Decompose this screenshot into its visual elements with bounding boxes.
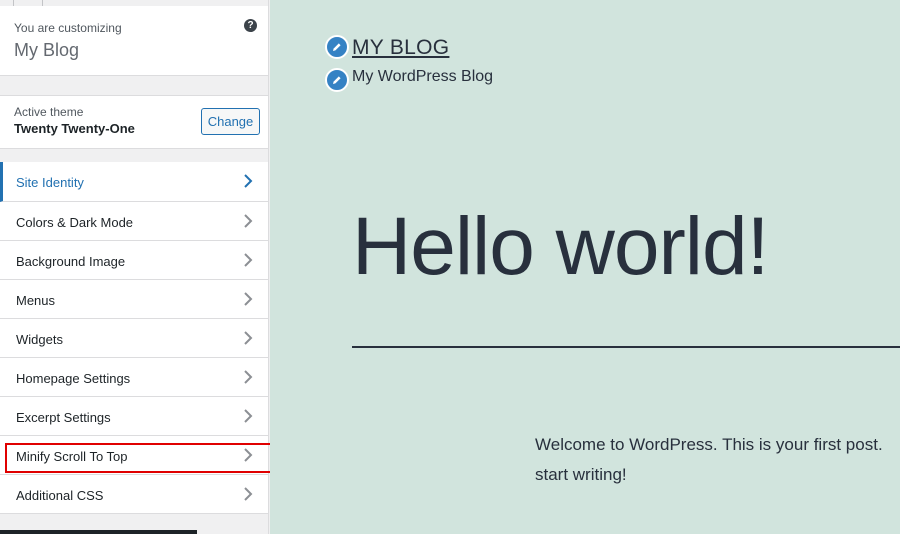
site-title-link[interactable]: MY BLOG [352, 36, 449, 60]
menu-item-widgets[interactable]: Widgets [0, 319, 268, 358]
menu-item-additional-css[interactable]: Additional CSS [0, 475, 268, 514]
menu-item-label: Widgets [16, 332, 63, 347]
customizing-label: You are customizing [14, 21, 122, 35]
chevron-right-icon [244, 409, 253, 423]
site-tagline: My WordPress Blog [352, 68, 494, 85]
customizing-info-panel: You are customizing My Blog ? [0, 6, 268, 76]
active-theme-label: Active theme [14, 105, 84, 119]
menu-item-colors-dark-mode[interactable]: Colors & Dark Mode [0, 202, 268, 241]
menu-item-excerpt-settings[interactable]: Excerpt Settings [0, 397, 268, 436]
chevron-right-icon [244, 174, 253, 188]
menu-item-site-identity[interactable]: Site Identity [0, 162, 268, 202]
chevron-right-icon [244, 487, 253, 501]
change-theme-button[interactable]: Change [201, 108, 260, 135]
menu-item-label: Additional CSS [16, 488, 104, 503]
chevron-right-icon [244, 253, 253, 267]
site-name: My Blog [14, 40, 80, 60]
chevron-right-icon [244, 331, 253, 345]
menu-item-label: Site Identity [16, 175, 84, 190]
pencil-edit-icon[interactable] [325, 35, 349, 59]
divider [352, 346, 900, 348]
menu-item-menus[interactable]: Menus [0, 280, 268, 319]
menu-item-label: Colors & Dark Mode [16, 215, 134, 230]
chevron-right-icon [244, 370, 253, 384]
site-preview: MY BLOG My WordPress Blog Hello world! W… [270, 0, 900, 534]
post-title: Hello world! [352, 201, 769, 292]
customizer-sidebar: You are customizing My Blog ? Active the… [0, 0, 269, 534]
chevron-right-icon [244, 292, 253, 306]
customizer-menu: Site Identity Colors & Dark Mode Backgro… [0, 162, 268, 514]
active-theme-name: Twenty Twenty-One [14, 121, 135, 136]
chevron-right-icon [244, 214, 253, 228]
post-content: Welcome to WordPress. This is your first… [535, 430, 900, 490]
sidebar-bottom-bar [0, 530, 197, 534]
menu-item-homepage-settings[interactable]: Homepage Settings [0, 358, 268, 397]
post-content-line: Welcome to WordPress. This is your first… [535, 435, 883, 454]
pencil-edit-icon[interactable] [325, 68, 349, 92]
chevron-right-icon [244, 448, 253, 462]
menu-item-label: Minify Scroll To Top [16, 449, 128, 464]
menu-item-background-image[interactable]: Background Image [0, 241, 268, 280]
post-content-line: start writing! [535, 465, 627, 484]
menu-item-label: Homepage Settings [16, 371, 131, 386]
menu-item-minify-scroll-to-top[interactable]: Minify Scroll To Top [0, 436, 268, 475]
help-icon[interactable]: ? [244, 19, 257, 32]
menu-item-label: Menus [16, 293, 56, 308]
menu-item-label: Background Image [16, 254, 126, 269]
active-theme-panel: Active theme Twenty Twenty-One Change [0, 95, 268, 149]
menu-item-label: Excerpt Settings [16, 410, 111, 425]
